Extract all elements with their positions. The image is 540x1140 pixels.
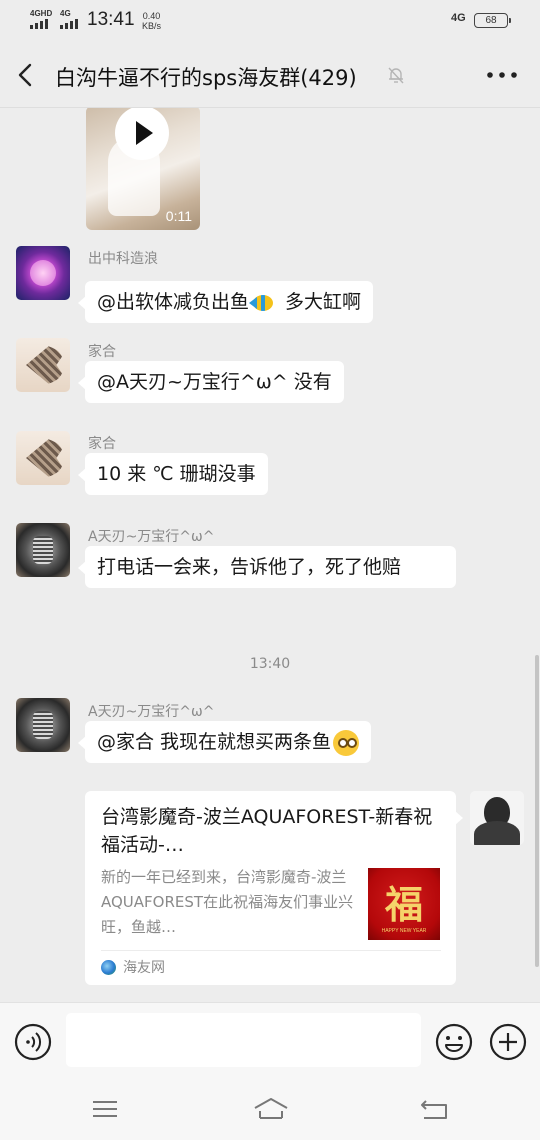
link-card-thumbnail: 福 HAPPY NEW YEAR — [368, 868, 440, 940]
recent-apps-icon[interactable] — [89, 1096, 121, 1122]
input-bar — [0, 1002, 540, 1080]
message-text: @家合 我现在就想买两条鱼 — [97, 731, 332, 753]
message-bubble[interactable]: @家合 我现在就想买两条鱼 — [77, 721, 372, 763]
fu-character: 福 — [384, 882, 423, 927]
signal-strength-icon-2 — [60, 19, 78, 29]
thumbnail-caption: HAPPY NEW YEAR — [381, 928, 427, 934]
time-divider: 13:40 — [249, 656, 291, 672]
voice-input-icon[interactable] — [14, 1023, 52, 1061]
sender-name: A天刃~万宝行^ω^ — [88, 529, 215, 545]
link-card-description: 新的一年已经到来，台湾影魔奇-波兰AQUAFOREST在此祝福海友们事业兴旺，鱼… — [101, 868, 354, 936]
message-bubble[interactable]: 打电话一会来，告诉他了，死了他赔 — [78, 546, 456, 588]
battery-icon: 68 — [474, 13, 511, 28]
more-actions-plus-icon[interactable] — [488, 1022, 528, 1062]
avatar[interactable] — [16, 431, 70, 485]
system-navigation-bar — [0, 1080, 540, 1140]
status-bar: 4GHD 4G 13:41 0.40 KB/s 4G 68 — [0, 0, 540, 42]
sender-name: 家合 — [88, 436, 116, 452]
avatar[interactable] — [16, 523, 70, 577]
message-list[interactable]: 0:11 出中科造浪 @出软体减负出鱼 多大缸啊 家合 @A天刃~万宝行^ω^ … — [0, 108, 540, 1002]
avatar[interactable] — [16, 698, 70, 752]
link-card-title: 台湾影魔奇-波兰AQUAFOREST-新春祝福活动-… — [101, 806, 433, 856]
flushed-face-emoji-icon — [333, 729, 360, 756]
network-type-1: 4GHD — [30, 9, 53, 18]
message-bubble[interactable]: @A天刃~万宝行^ω^ 没有 — [78, 361, 344, 403]
system-back-icon[interactable] — [418, 1096, 452, 1122]
tropical-fish-emoji-icon — [249, 292, 279, 314]
home-icon[interactable] — [252, 1096, 290, 1122]
clock: 13:41 — [87, 9, 135, 30]
network-type-right: 4G — [451, 12, 466, 24]
back-arrow-icon[interactable] — [14, 62, 38, 88]
avatar[interactable] — [16, 246, 70, 300]
play-icon[interactable] — [115, 108, 169, 160]
link-card-message[interactable]: 台湾影魔奇-波兰AQUAFOREST-新春祝福活动-… 新的一年已经到来，台湾影… — [85, 791, 463, 985]
divider — [101, 950, 441, 951]
video-duration: 0:11 — [165, 208, 192, 224]
message-text: 10 来 ℃ 珊瑚没事 — [97, 463, 256, 485]
link-card-source: 海友网 — [123, 960, 165, 976]
message-bubble[interactable]: @出软体减负出鱼 多大缸啊 — [77, 281, 374, 323]
message-text: 打电话一会来，告诉他了，死了他赔 — [97, 556, 402, 578]
message-input[interactable] — [66, 1013, 421, 1067]
sender-name: 出中科造浪 — [88, 251, 158, 267]
network-speed: 0.40 KB/s — [142, 11, 161, 31]
mute-bell-icon — [388, 67, 404, 84]
sender-name: 家合 — [88, 344, 116, 360]
chat-header: 白沟牛逼不行的sps海友群(429) — [0, 42, 540, 108]
battery-level: 68 — [485, 15, 497, 26]
message-text-continued: 多大缸啊 — [279, 291, 362, 313]
video-message[interactable]: 0:11 — [86, 108, 200, 230]
network-type-2: 4G — [60, 9, 71, 18]
message-text: @A天刃~万宝行^ω^ 没有 — [97, 371, 332, 393]
source-logo-icon — [101, 960, 116, 975]
scrollbar[interactable] — [535, 655, 539, 967]
network-speed-unit: KB/s — [142, 21, 162, 31]
emoji-picker-icon[interactable] — [434, 1022, 474, 1062]
message-text: @出软体减负出鱼 — [97, 291, 250, 313]
my-avatar[interactable] — [470, 791, 524, 845]
chat-title: 白沟牛逼不行的sps海友群(429) — [55, 66, 357, 90]
message-bubble[interactable]: 10 来 ℃ 珊瑚没事 — [78, 453, 268, 495]
avatar[interactable] — [16, 338, 70, 392]
network-speed-value: 0.40 — [142, 11, 161, 21]
sender-name: A天刃~万宝行^ω^ — [88, 704, 215, 720]
more-options-icon[interactable] — [484, 64, 520, 86]
signal-strength-icon-1 — [30, 19, 48, 29]
